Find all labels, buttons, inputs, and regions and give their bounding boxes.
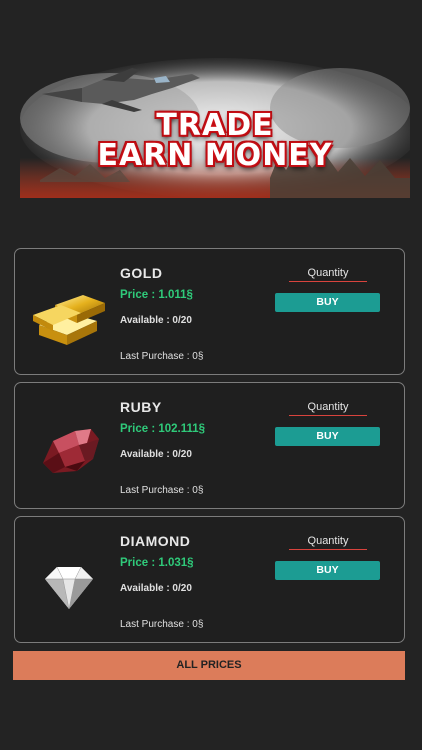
app-root: TRADE EARN MONEY GOLD Price: 1.011§ Ava… (0, 0, 422, 750)
item-available: Available : 0/20 (120, 449, 192, 460)
item-name: RUBY (120, 399, 162, 415)
all-prices-button[interactable]: ALL PRICES (13, 651, 405, 680)
item-available: Available : 0/20 (120, 315, 192, 326)
quantity-field[interactable]: Quantity (289, 401, 367, 416)
diamond-icon (29, 543, 109, 623)
item-name: DIAMOND (120, 533, 191, 549)
item-card-gold: GOLD Price : 1.011§ Available : 0/20 Las… (14, 248, 405, 375)
gold-bars-icon (29, 275, 109, 355)
item-available: Available : 0/20 (120, 583, 192, 594)
item-card-ruby: RUBY Price : 102.111§ Available : 0/20 L… (14, 382, 405, 509)
item-last-purchase: Last Purchase : 0§ (120, 485, 204, 496)
item-last-purchase: Last Purchase : 0§ (120, 351, 204, 362)
buy-button[interactable]: BUY (275, 427, 380, 446)
buy-button[interactable]: BUY (275, 561, 380, 580)
item-price: Price : 1.031§ (120, 557, 194, 569)
item-price: Price : 1.011§ (120, 289, 193, 301)
quantity-field[interactable]: Quantity (289, 535, 367, 550)
buy-button[interactable]: BUY (275, 293, 380, 312)
item-price: Price : 102.111§ (120, 423, 206, 435)
trade-banner: TRADE EARN MONEY (20, 58, 410, 198)
banner-title-line2: EARN MONEY (97, 138, 333, 173)
ruby-icon (29, 409, 109, 489)
item-last-purchase: Last Purchase : 0§ (120, 619, 204, 630)
item-name: GOLD (120, 265, 163, 281)
item-card-diamond: DIAMOND Price : 1.031§ Available : 0/20 … (14, 516, 405, 643)
quantity-field[interactable]: Quantity (289, 267, 367, 282)
